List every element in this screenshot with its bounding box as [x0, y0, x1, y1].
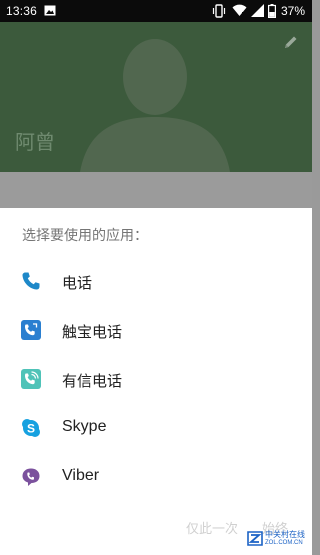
status-time: 13:36: [6, 4, 38, 18]
zol-watermark: 中关村在线 ZOL.COM.CN: [247, 527, 309, 551]
app-label-phone: 电话: [62, 274, 93, 292]
app-option-touchpal[interactable]: 触宝电话: [0, 308, 312, 352]
watermark-text-url: ZOL.COM.CN: [265, 540, 303, 546]
svg-text:S: S: [27, 422, 35, 436]
app-option-skype[interactable]: S Skype: [0, 406, 312, 450]
wifi-icon: [232, 4, 247, 17]
app-label-uxin: 有信电话: [62, 372, 123, 390]
zol-logo-icon: [247, 531, 263, 546]
viber-icon: [22, 468, 40, 486]
uxin-icon: [21, 369, 41, 389]
app-label-touchpal: 触宝电话: [62, 323, 123, 341]
app-chooser-sheet: 选择要使用的应用： 电话 触宝电话 有信电话 S Skype Viber 仅此一…: [0, 208, 312, 555]
chooser-title: 选择要使用的应用：: [22, 228, 148, 244]
just-once-button[interactable]: 仅此一次: [186, 518, 238, 537]
battery-percent: 37%: [281, 4, 306, 18]
watermark-text-cn: 中关村在线: [265, 530, 305, 539]
gallery-icon: [44, 5, 56, 16]
status-bar: 13:36 37%: [0, 0, 312, 22]
skype-icon: S: [22, 419, 40, 437]
app-label-skype: Skype: [62, 418, 107, 435]
dimmed-background: [0, 172, 312, 208]
battery-icon: [268, 4, 276, 18]
contact-header: 阿曾: [0, 22, 312, 172]
contact-avatar-silhouette: [80, 39, 230, 172]
app-option-uxin[interactable]: 有信电话: [0, 357, 312, 401]
touchpal-icon: [21, 320, 41, 340]
phone-icon: [22, 272, 40, 290]
app-option-viber[interactable]: Viber: [0, 455, 312, 499]
signal-icon: [251, 4, 264, 17]
vibrate-icon: [212, 4, 226, 18]
pencil-icon[interactable]: [283, 34, 299, 50]
app-option-phone[interactable]: 电话: [0, 259, 312, 303]
app-label-viber: Viber: [62, 467, 100, 484]
contact-name: 阿曾: [15, 130, 55, 154]
